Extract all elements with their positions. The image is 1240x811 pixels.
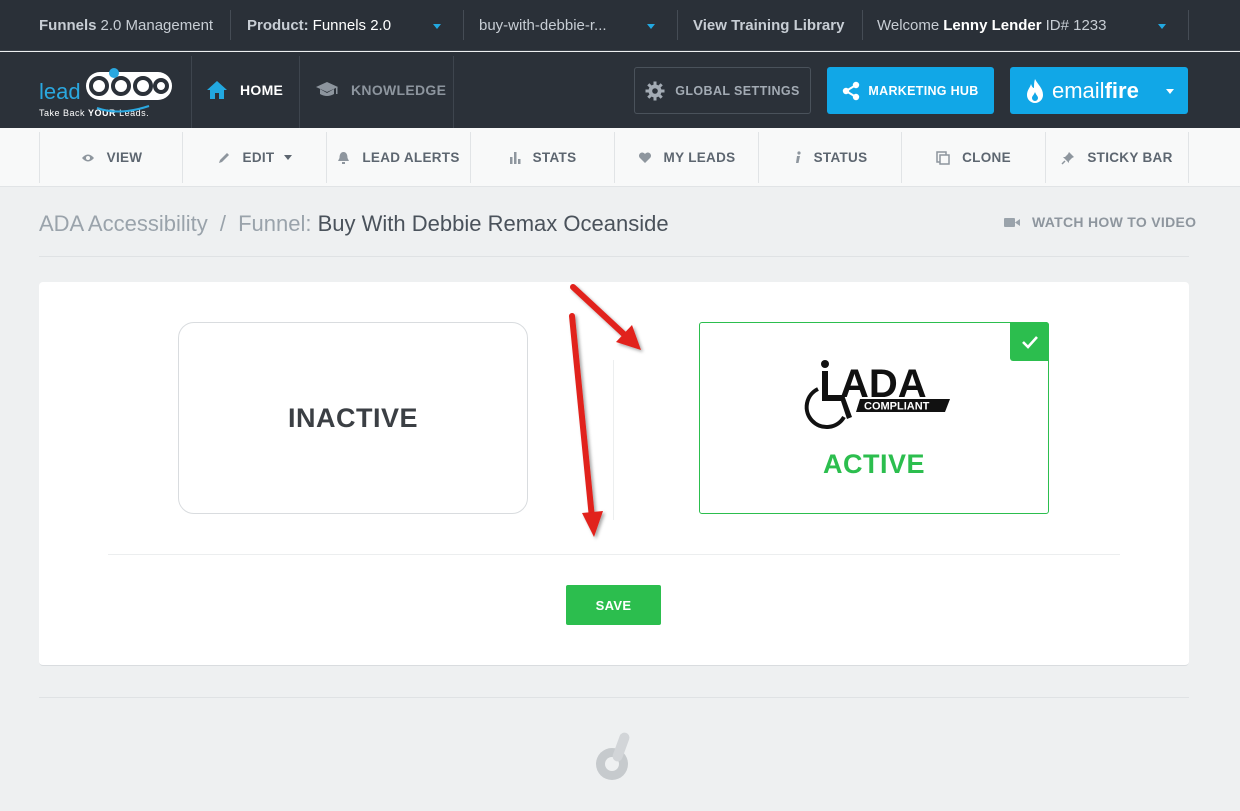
breadcrumb: ADA Accessibility / Funnel: Buy With Deb… — [39, 211, 669, 237]
ada-settings-card: INACTIVE ADA COMPLIANT ACTIVE SAVE — [39, 282, 1189, 666]
selected-badge — [1010, 322, 1049, 361]
user-id: ID# 1233 — [1045, 16, 1107, 34]
eye-icon — [81, 154, 94, 161]
subnav-my-leads-label: MY LEADS — [663, 150, 736, 165]
product-dropdown[interactable]: Product: Funnels 2.0 — [231, 10, 464, 40]
active-option[interactable]: ADA COMPLIANT ACTIVE — [699, 322, 1049, 514]
main-nav: lead Take Back YOUR Leads. HOME KNOWLEDG… — [0, 52, 1240, 128]
email-fire-label-pre: email — [1052, 77, 1105, 103]
nav-knowledge[interactable]: KNOWLEDGE — [315, 52, 446, 128]
subnav-stats[interactable]: STATS — [470, 132, 614, 183]
subnav-sticky-bar-label: STICKY BAR — [1087, 150, 1173, 165]
marketing-hub-label: MARKETING HUB — [868, 83, 979, 98]
welcome-text: Welcome — [877, 16, 940, 34]
leadpops-mark-icon — [596, 732, 630, 780]
home-icon — [207, 81, 227, 99]
breadcrumb-label: Funnel: — [238, 211, 312, 236]
watch-video-label: WATCH HOW TO VIDEO — [1032, 214, 1197, 230]
inactive-option[interactable]: INACTIVE — [178, 322, 528, 514]
subnav-view[interactable]: VIEW — [39, 132, 183, 183]
subnav-my-leads[interactable]: MY LEADS — [614, 132, 758, 183]
user-menu[interactable]: Welcome Lenny Lender ID# 1233 — [863, 10, 1189, 40]
chevron-down-icon — [433, 24, 441, 29]
info-icon — [795, 150, 801, 163]
chevron-down-icon — [284, 155, 293, 160]
pin-icon — [1061, 151, 1075, 165]
nav-home[interactable]: HOME — [206, 52, 283, 128]
video-camera-icon — [1004, 217, 1020, 227]
product-value: Funnels 2.0 — [312, 16, 392, 34]
chevron-down-icon — [1158, 24, 1166, 29]
bell-icon — [338, 151, 350, 164]
graduation-cap-icon — [316, 82, 338, 96]
active-label: ACTIVE — [822, 449, 925, 479]
breadcrumb-current: Buy With Debbie Remax Oceanside — [317, 211, 669, 236]
product-label: Product: — [247, 16, 309, 34]
app-title-rest: 2.0 Management — [100, 16, 214, 34]
inactive-label: INACTIVE — [287, 402, 418, 433]
logo-tagline-pre: Take Back — [39, 108, 85, 118]
subnav-status-label: STATUS — [813, 150, 868, 165]
subnav-lead-alerts-label: LEAD ALERTS — [362, 150, 460, 165]
ada-compliant-logo: ADA COMPLIANT — [804, 360, 950, 430]
subnav-view-label: VIEW — [106, 150, 143, 165]
training-library-link[interactable]: View Training Library — [678, 10, 863, 40]
subnav-edit[interactable]: EDIT — [182, 132, 326, 183]
heart-icon — [638, 151, 651, 163]
nav-divider — [453, 56, 454, 128]
subnav-clone-label: CLONE — [962, 150, 1011, 165]
save-button[interactable]: SAVE — [566, 585, 661, 625]
leadpops-logo[interactable]: lead Take Back YOUR Leads. — [39, 66, 179, 118]
subnav-lead-alerts[interactable]: LEAD ALERTS — [326, 132, 470, 183]
email-fire-label-bold: fire — [1104, 77, 1139, 103]
subnav-stats-label: STATS — [532, 150, 577, 165]
app-title: Funnels 2.0 Management — [39, 10, 231, 40]
logo-word: lead — [39, 79, 81, 104]
top-bar: Funnels 2.0 Management Product: Funnels … — [0, 0, 1240, 51]
share-icon — [843, 81, 860, 100]
email-fire-button[interactable]: emailfire — [1010, 67, 1188, 114]
divider — [39, 256, 1189, 257]
user-name: Lenny Lender — [943, 16, 1042, 34]
flame-icon — [1027, 78, 1043, 103]
divider — [39, 697, 1189, 698]
copy-icon — [936, 150, 950, 165]
nav-divider — [299, 56, 300, 128]
subnav-clone[interactable]: CLONE — [901, 132, 1045, 183]
divider — [108, 554, 1120, 555]
global-settings-button[interactable]: GLOBAL SETTINGS — [634, 67, 811, 114]
pencil-icon — [218, 152, 229, 163]
global-settings-label: GLOBAL SETTINGS — [675, 83, 800, 98]
nav-knowledge-label: KNOWLEDGE — [351, 82, 447, 98]
funnel-value: buy-with-debbie-r... — [479, 16, 607, 34]
funnel-dropdown[interactable]: buy-with-debbie-r... — [464, 10, 678, 40]
chevron-down-icon — [1166, 89, 1174, 94]
option-divider — [613, 360, 614, 520]
gear-icon — [645, 81, 665, 100]
marketing-hub-button[interactable]: MARKETING HUB — [827, 67, 994, 114]
bar-chart-icon — [509, 152, 521, 164]
ada-logo-sub: COMPLIANT — [864, 401, 930, 413]
app-title-bold: Funnels — [39, 16, 97, 34]
breadcrumb-separator: / — [219, 211, 226, 236]
chevron-down-icon — [647, 24, 655, 29]
subnav-edit-label: EDIT — [242, 150, 275, 165]
subnav-status[interactable]: STATUS — [758, 132, 902, 183]
nav-home-label: HOME — [240, 82, 284, 98]
subnav-sticky-bar[interactable]: STICKY BAR — [1045, 132, 1189, 183]
checkmark-icon — [1021, 335, 1038, 349]
watch-video-link[interactable]: WATCH HOW TO VIDEO — [1004, 214, 1196, 230]
nav-divider — [191, 56, 192, 128]
funnel-subnav: VIEW EDIT LEAD ALERTS STATS MY LEADS STA… — [0, 128, 1240, 187]
breadcrumb-section[interactable]: ADA Accessibility — [39, 211, 208, 236]
